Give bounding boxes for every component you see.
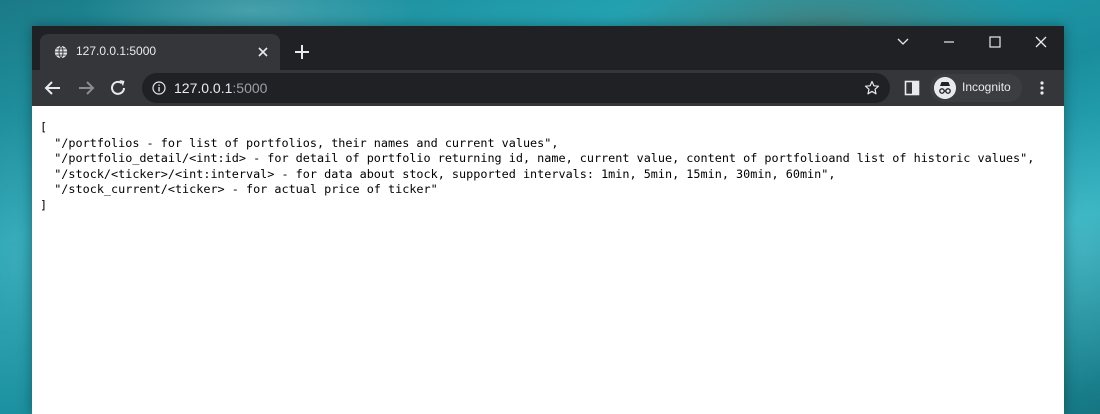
json-line: "/portfolios - for list of portfolios, t… [40, 135, 559, 150]
globe-icon [54, 45, 68, 59]
incognito-icon [934, 77, 956, 99]
tab-title: 127.0.0.1:5000 [76, 44, 157, 58]
json-line: ] [40, 197, 48, 212]
browser-window: 127.0.0.1:5000 127.0.0.1:5000 Incognito … [32, 26, 1064, 414]
window-close-icon[interactable] [1026, 32, 1056, 52]
url-port: :5000 [232, 80, 268, 96]
close-icon[interactable] [254, 43, 272, 61]
reload-icon[interactable] [107, 77, 129, 99]
url-host: 127.0.0.1 [174, 80, 233, 96]
page-content: [ "/portfolios - for list of portfolios,… [32, 106, 1064, 414]
tab-strip: 127.0.0.1:5000 [32, 26, 1064, 70]
forward-arrow-icon[interactable] [75, 77, 97, 99]
json-line: "/portfolio_detail/<int:id> - for detail… [40, 151, 1035, 165]
plus-icon[interactable] [290, 40, 314, 64]
more-vert-icon[interactable] [1034, 80, 1050, 96]
json-line: [ [40, 120, 48, 134]
json-response: [ "/portfolios - for list of portfolios,… [40, 120, 1034, 213]
profile-label: Incognito [962, 80, 1011, 94]
star-icon[interactable] [864, 80, 880, 96]
side-panel-icon[interactable] [904, 80, 920, 96]
address-bar[interactable]: 127.0.0.1:5000 [142, 73, 890, 103]
maximize-icon[interactable] [980, 32, 1010, 52]
profile-button[interactable]: Incognito [930, 74, 1022, 102]
toolbar: 127.0.0.1:5000 Incognito [32, 70, 1064, 106]
url-text[interactable]: 127.0.0.1:5000 [174, 80, 267, 96]
back-arrow-icon[interactable] [42, 77, 64, 99]
chevron-down-icon[interactable] [888, 32, 918, 52]
minimize-icon[interactable] [934, 32, 964, 52]
json-line: "/stock/<ticker>/<int:interval> - for da… [40, 166, 836, 181]
json-line: "/stock_current/<ticker> - for actual pr… [40, 182, 438, 196]
info-icon[interactable] [152, 81, 166, 95]
tab-active[interactable]: 127.0.0.1:5000 [40, 34, 280, 70]
